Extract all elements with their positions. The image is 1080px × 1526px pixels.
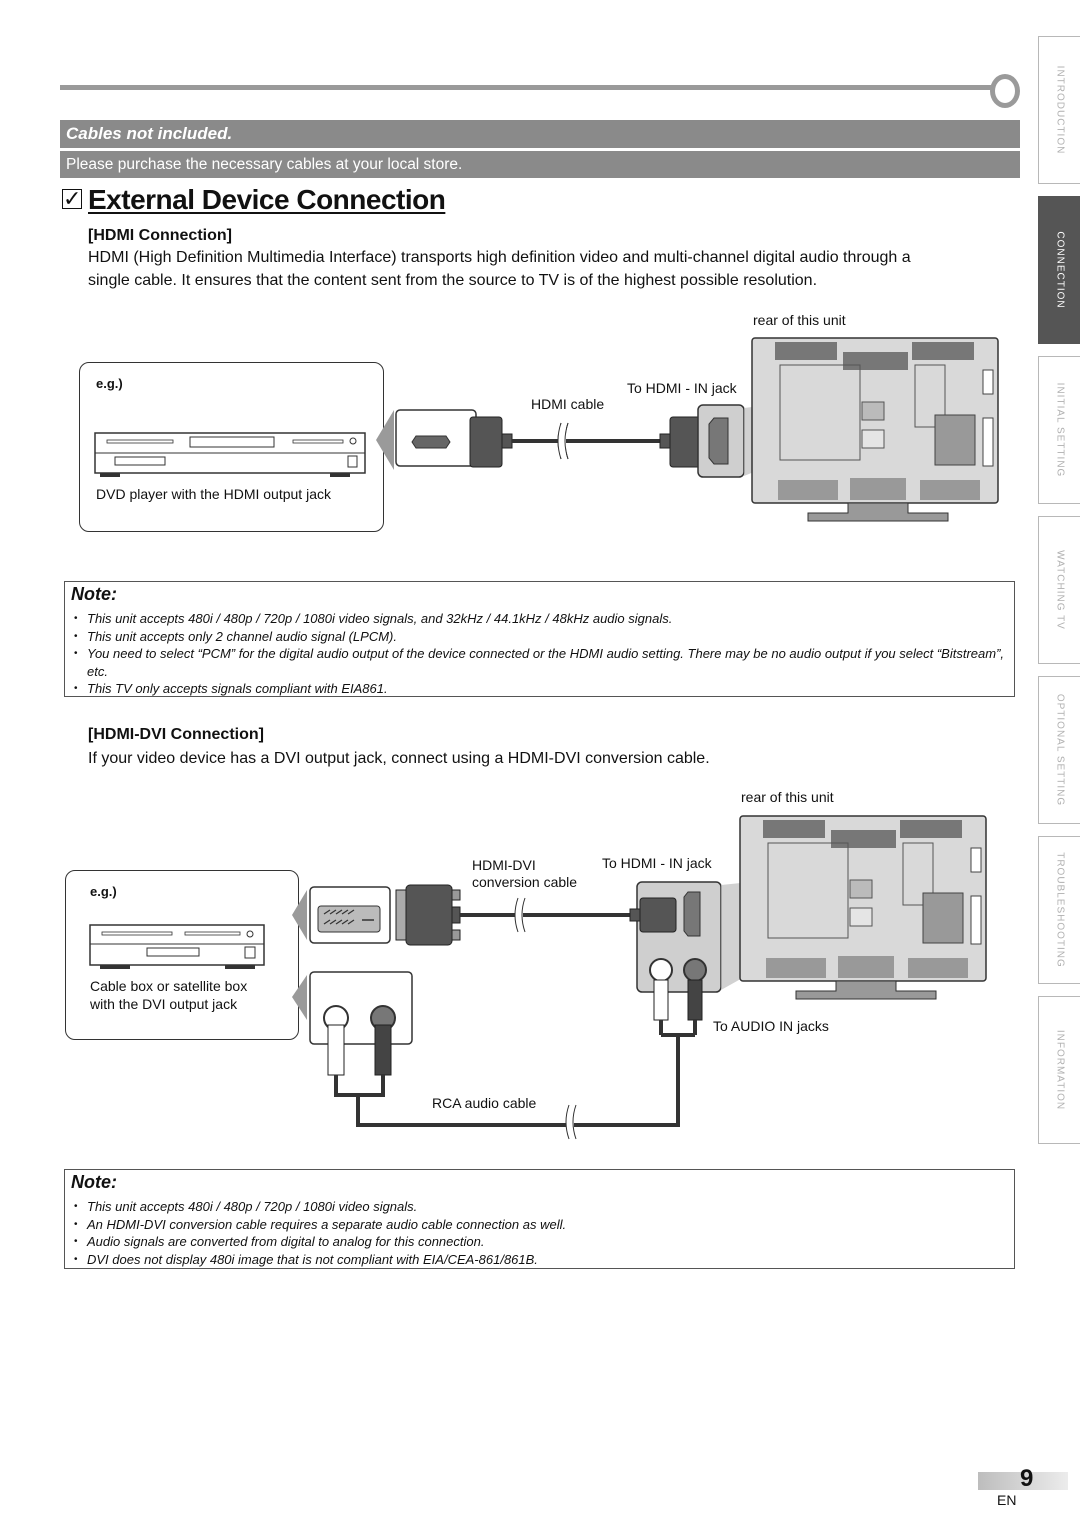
hdmi-heading: [HDMI Connection] <box>88 227 232 244</box>
dvi-plug <box>405 884 453 946</box>
tab-label: CONNECTION <box>1054 231 1065 309</box>
tab-troubleshooting[interactable]: TROUBLESHOOTING <box>1038 836 1080 984</box>
hdmi-plug-left <box>469 416 503 468</box>
dvi-rear-label: rear of this unit <box>741 789 834 805</box>
hdmi-dvi-heading: [HDMI-DVI Connection] <box>88 726 264 743</box>
hdmi-note-list: This unit accepts 480i / 480p / 720p / 1… <box>71 610 1006 698</box>
tab-optional-setting[interactable]: OPTIONAL SETTING <box>1038 676 1080 824</box>
note-item: Audio signals are converted from digital… <box>71 1233 1006 1251</box>
pointer-arrow <box>376 410 394 470</box>
cable-box-icon <box>89 924 265 969</box>
note-item: This unit accepts 480i / 480p / 720p / 1… <box>71 1198 1006 1216</box>
rca-cable <box>356 1033 695 1127</box>
hdmi-description-line2: single cable. It ensures that the conten… <box>88 272 818 289</box>
note-item: An HDMI-DVI conversion cable requires a … <box>71 1216 1006 1234</box>
hdmi-description-line1: HDMI (High Definition Multimedia Interfa… <box>88 249 911 266</box>
hdmi-port-icon <box>411 435 451 449</box>
hdmi-in-port-icon <box>708 417 729 465</box>
hdmi-note-title: Note: <box>71 584 117 604</box>
language-label: EN <box>997 1492 1017 1508</box>
tab-label: TROUBLESHOOTING <box>1054 852 1065 968</box>
tab-watching-tv[interactable]: WATCHING TV <box>1038 516 1080 664</box>
page-number: 9 <box>1020 1465 1034 1492</box>
cables-banner-title: Cables not included. <box>60 120 1020 148</box>
top-rule-ring <box>990 74 1020 108</box>
note-item: You need to select “PCM” for the digital… <box>71 645 1006 680</box>
tab-information[interactable]: INFORMATION <box>1038 996 1080 1144</box>
tv-rear-icon <box>751 337 999 522</box>
tab-initial-setting[interactable]: INITIAL SETTING <box>1038 356 1080 504</box>
tab-label: OPTIONAL SETTING <box>1054 693 1065 807</box>
hdmi-dvi-diagram <box>89 815 987 1140</box>
tab-label: WATCHING TV <box>1054 550 1065 630</box>
hdmi-plug-right <box>669 416 703 468</box>
tv-rear-icon-2 <box>739 815 987 1000</box>
note-item: This unit accepts only 2 channel audio s… <box>71 628 1006 646</box>
tab-connection[interactable]: CONNECTION <box>1038 196 1080 344</box>
dvd-player-icon <box>94 432 366 477</box>
hdmi-diagram <box>94 337 999 522</box>
tab-introduction[interactable]: INTRODUCTION <box>1038 36 1080 184</box>
checkbox-icon: ✓ <box>62 186 82 211</box>
dvi-note-list: This unit accepts 480i / 480p / 720p / 1… <box>71 1198 1006 1268</box>
hdmi-plug-tv <box>639 897 677 933</box>
page-title: ✓ External Device Connection <box>62 184 446 216</box>
hdmi-rear-label: rear of this unit <box>753 312 846 328</box>
dvi-port-icon <box>317 905 381 933</box>
top-rule <box>60 85 995 90</box>
dvi-note-box: Note: This unit accepts 480i / 480p / 72… <box>64 1169 1015 1269</box>
page-title-text: External Device Connection <box>88 184 446 215</box>
audio-out-port-box <box>309 971 413 1045</box>
tab-label: INFORMATION <box>1054 1029 1065 1111</box>
note-item: DVI does not display 480i image that is … <box>71 1251 1006 1269</box>
note-item: This unit accepts 480i / 480p / 720p / 1… <box>71 610 1006 628</box>
dvi-note-title: Note: <box>71 1172 117 1192</box>
tab-label: INITIAL SETTING <box>1054 382 1065 478</box>
hdmi-note-box: Note: This unit accepts 480i / 480p / 72… <box>64 581 1015 697</box>
tab-label: INTRODUCTION <box>1054 65 1065 155</box>
cables-banner-subtitle: Please purchase the necessary cables at … <box>60 151 1020 178</box>
hdmi-dvi-description: If your video device has a DVI output ja… <box>88 750 710 767</box>
note-item: This TV only accepts signals compliant w… <box>71 680 1006 698</box>
